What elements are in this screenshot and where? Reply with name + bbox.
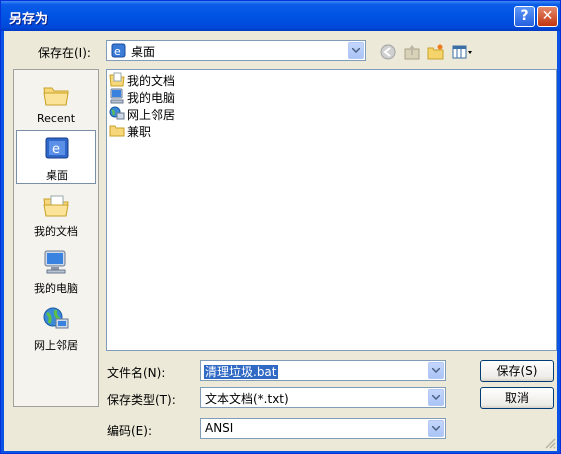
save-type-label: 保存类型(T): — [107, 393, 176, 407]
places-bar: Recent e 桌面 我的文档 我的电脑 网上邻居 — [13, 69, 99, 407]
save-type-value: 文本文档(*.txt) — [205, 392, 289, 406]
filename-label: 文件名(N): — [107, 366, 166, 380]
chevron-down-icon[interactable] — [428, 420, 444, 437]
location-combobox[interactable]: e 桌面 — [106, 40, 366, 61]
file-name: 网上邻居 — [127, 108, 176, 122]
place-network[interactable]: 网上邻居 — [16, 301, 96, 355]
file-name: 兼职 — [127, 125, 152, 139]
filename-value: 清理垃圾.bat — [204, 365, 278, 379]
resize-grip-icon[interactable] — [544, 437, 556, 452]
encoding-select[interactable]: ANSI — [200, 418, 446, 439]
file-name: 我的文档 — [127, 74, 176, 88]
encoding-value: ANSI — [205, 421, 234, 435]
encoding-label: 编码(E): — [107, 424, 152, 438]
folder-icon — [109, 122, 125, 141]
save-type-select[interactable]: 文本文档(*.txt) — [200, 387, 446, 408]
filename-value-wrap: 清理垃圾.bat — [204, 363, 278, 380]
file-name: 我的电脑 — [127, 91, 176, 105]
place-my-documents[interactable]: 我的文档 — [16, 187, 96, 241]
place-label: 桌面 — [46, 169, 68, 182]
network-places-icon — [42, 305, 70, 336]
save-in-label: 保存在(I): — [38, 46, 91, 60]
save-as-dialog: 另存为 ? ✕ 保存在(I): e 桌面 Recent e 桌面 我的文档 我的… — [0, 0, 561, 454]
chevron-down-icon[interactable] — [428, 389, 444, 406]
place-recent[interactable]: Recent — [16, 76, 96, 130]
svg-text:e: e — [114, 45, 121, 58]
location-value: 桌面 — [131, 45, 156, 59]
place-label: Recent — [36, 112, 76, 125]
chevron-down-icon[interactable] — [428, 362, 444, 379]
cancel-button[interactable]: 取消 — [480, 387, 554, 409]
desktop-icon: e — [111, 43, 126, 61]
my-computer-icon — [42, 248, 70, 279]
place-my-computer[interactable]: 我的电脑 — [16, 244, 96, 298]
recent-folder-icon — [42, 80, 70, 111]
dialog-body: 保存在(I): e 桌面 Recent e 桌面 我的文档 我的电脑 网上邻居 … — [4, 31, 557, 451]
svg-text:e: e — [52, 142, 60, 157]
filename-input[interactable]: 清理垃圾.bat — [200, 360, 446, 381]
my-documents-icon — [42, 191, 70, 222]
help-button[interactable]: ? — [514, 6, 535, 27]
place-label: 我的电脑 — [34, 282, 78, 295]
close-button[interactable]: ✕ — [537, 6, 558, 27]
file-list[interactable]: 我的文档 我的电脑 网上邻居 兼职 — [106, 69, 557, 351]
back-icon[interactable] — [379, 43, 397, 64]
up-folder-icon[interactable] — [403, 43, 421, 64]
new-folder-icon[interactable] — [427, 43, 445, 64]
place-label: 网上邻居 — [34, 339, 78, 352]
place-desktop[interactable]: e 桌面 — [16, 130, 96, 184]
window-title: 另存为 — [9, 12, 49, 27]
save-button[interactable]: 保存(S) — [480, 360, 554, 382]
desktop-icon: e — [43, 135, 71, 166]
place-label: 我的文档 — [34, 225, 78, 238]
view-menu-icon[interactable] — [452, 43, 474, 64]
title-bar[interactable]: 另存为 ? ✕ — [1, 1, 560, 31]
chevron-down-icon[interactable] — [348, 42, 364, 59]
